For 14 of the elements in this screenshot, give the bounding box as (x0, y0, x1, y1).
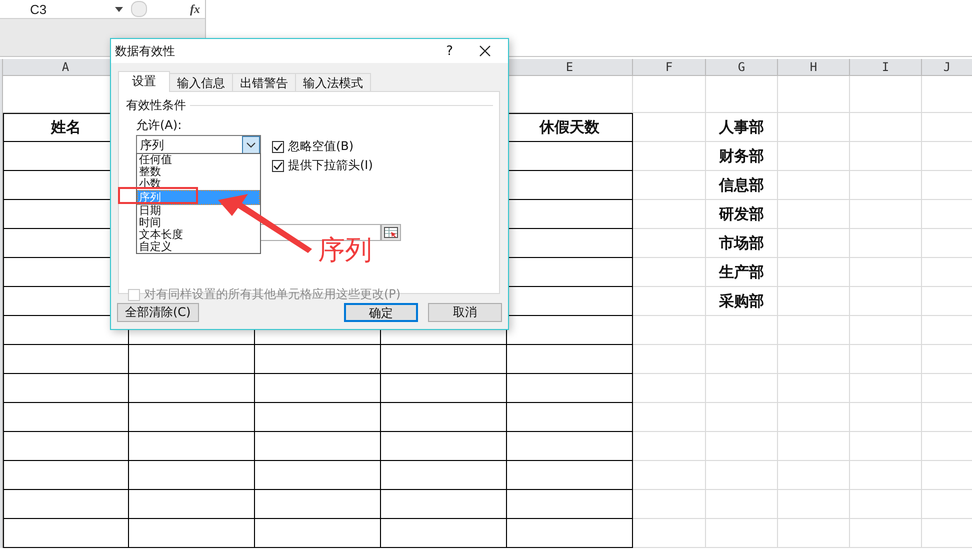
table-cell: 财务部 (706, 142, 778, 171)
checkbox-label: 对有同样设置的所有其他单元格应用这些更改(P) (144, 286, 401, 303)
table-cell: 信息部 (706, 171, 778, 200)
table-cell: 采购部 (706, 287, 778, 316)
table-cell: 市场部 (706, 229, 778, 258)
table-cell: 人事部 (706, 113, 778, 142)
table-cell: 研发部 (706, 200, 778, 229)
annotation-label: 序列 (318, 234, 372, 268)
checkbox-label: 忽略空值(B) (288, 138, 354, 155)
dialog-title: 数据有效性 (115, 42, 175, 60)
group-title: 有效性条件 (126, 97, 186, 114)
field-label: 允许(A): (136, 117, 183, 134)
checkbox-label: 提供下拉箭头(I) (288, 157, 373, 174)
table-cell: 生产部 (706, 258, 778, 287)
